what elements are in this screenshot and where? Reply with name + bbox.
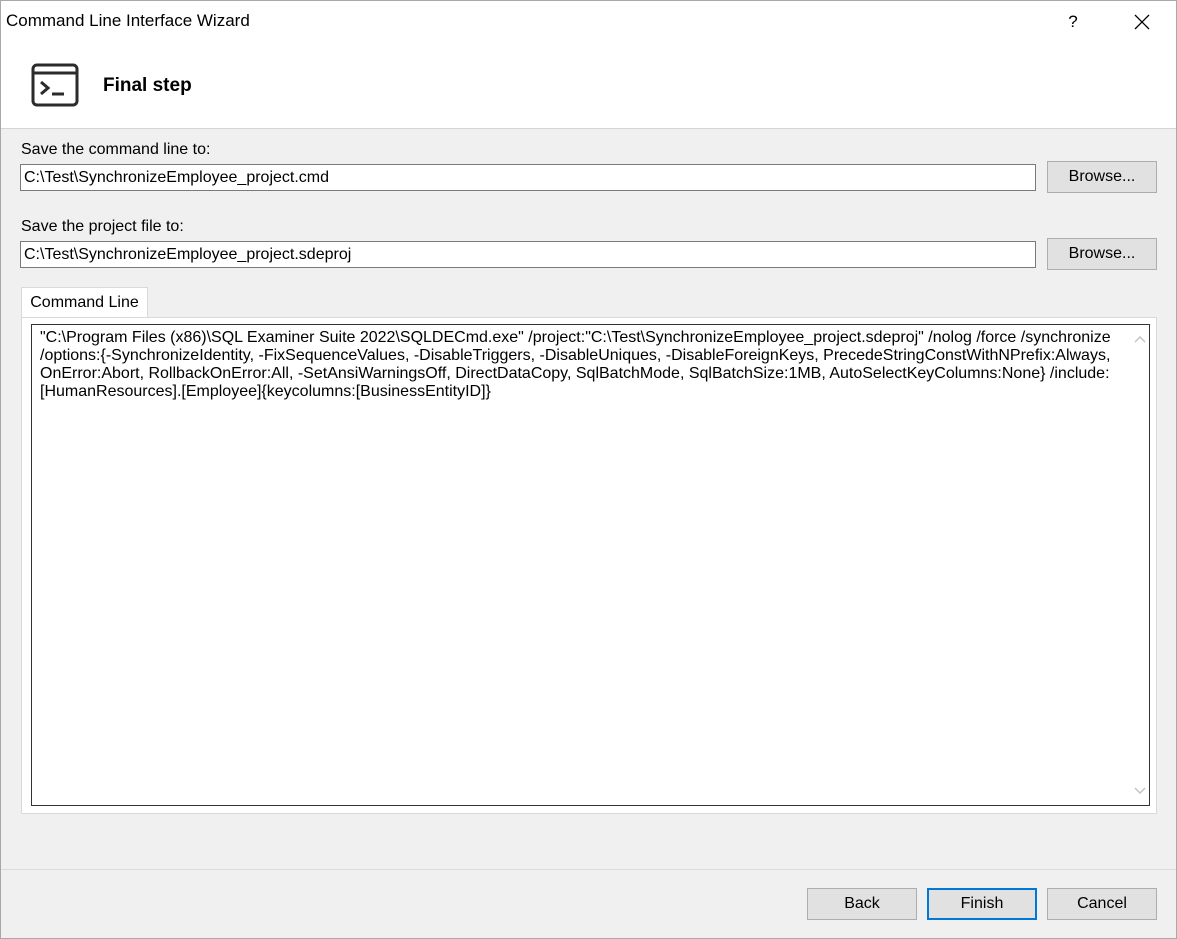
close-button[interactable] [1113, 1, 1171, 43]
vertical-scrollbar[interactable] [1131, 325, 1149, 805]
back-button[interactable]: Back [807, 888, 917, 920]
help-icon: ? [1068, 12, 1078, 31]
command-line-text: "C:\Program Files (x86)\SQL Examiner Sui… [40, 329, 1111, 400]
terminal-icon [31, 63, 79, 107]
command-line-path-label: Save the command line to: [21, 141, 211, 158]
tab-panel-command-line: "C:\Program Files (x86)\SQL Examiner Sui… [21, 317, 1157, 814]
tab-command-line[interactable]: Command Line [21, 287, 148, 318]
finish-button[interactable]: Finish [927, 888, 1037, 920]
project-file-path-input[interactable] [20, 241, 1036, 268]
footer-divider [1, 869, 1176, 870]
scroll-down-button[interactable] [1131, 779, 1149, 803]
step-title: Final step [103, 75, 192, 96]
browse-command-line-button[interactable]: Browse... [1047, 161, 1157, 193]
close-icon [1134, 14, 1150, 30]
scroll-up-button[interactable] [1131, 327, 1149, 351]
browse-project-file-button[interactable]: Browse... [1047, 238, 1157, 270]
command-line-textbox[interactable]: "C:\Program Files (x86)\SQL Examiner Sui… [31, 324, 1150, 806]
title-bar: Command Line Interface Wizard ? [1, 1, 1176, 43]
window-title: Command Line Interface Wizard [6, 11, 250, 30]
chevron-up-icon [1134, 336, 1146, 343]
cancel-button[interactable]: Cancel [1047, 888, 1157, 920]
wizard-window: Command Line Interface Wizard ? Final st… [0, 0, 1177, 939]
command-line-path-input[interactable] [20, 164, 1036, 191]
wizard-header: Final step [1, 43, 1176, 129]
project-file-path-label: Save the project file to: [21, 218, 184, 235]
help-button[interactable]: ? [1044, 1, 1102, 43]
chevron-down-icon [1134, 787, 1146, 794]
